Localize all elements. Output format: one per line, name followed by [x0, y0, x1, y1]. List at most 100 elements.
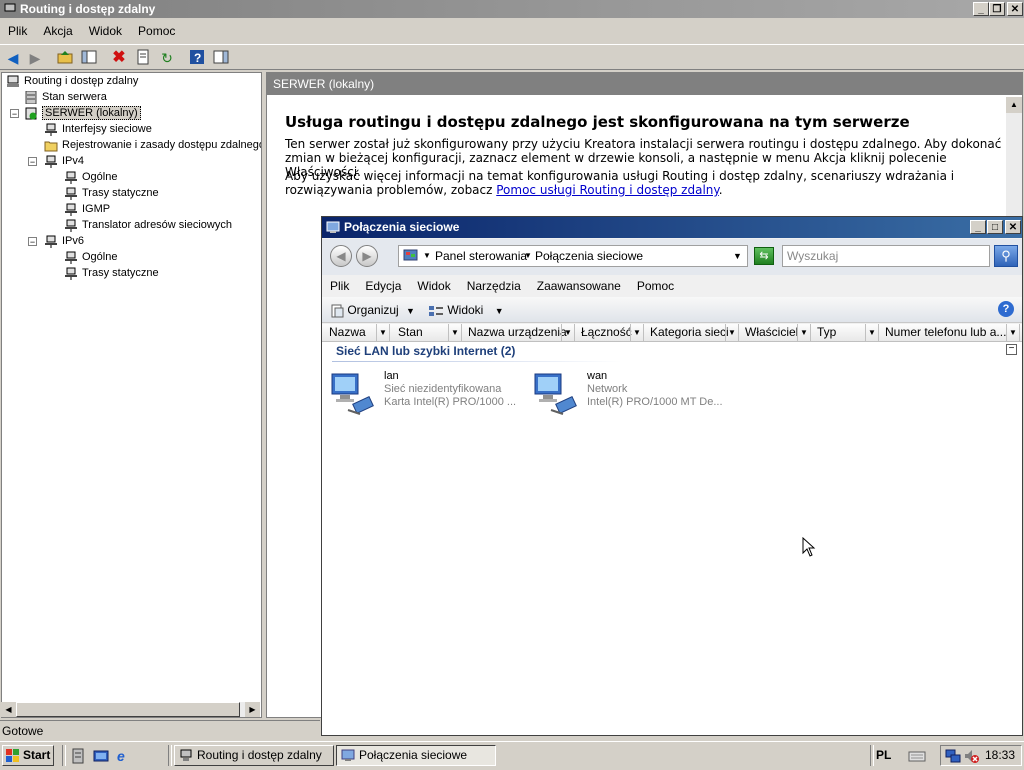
connection-wan[interactable]: wan Network Intel(R) PRO/1000 MT De...	[533, 370, 733, 420]
delete-icon[interactable]: ✖	[110, 49, 128, 67]
col-dropdown-icon[interactable]: ▼	[797, 324, 810, 341]
close-button[interactable]: ✕	[1007, 2, 1023, 16]
help-icon[interactable]: ?	[188, 49, 206, 67]
nc-title-bar[interactable]: Połączenia sieciowe _ □ ✕	[322, 217, 1022, 238]
col-network-category[interactable]: Kategoria sieci ▼	[645, 324, 739, 341]
nc-menu-pomoc[interactable]: Pomoc	[629, 275, 682, 297]
col-device-name[interactable]: Nazwa urządzenia ▼	[463, 324, 575, 341]
menu-plik[interactable]: Plik	[0, 19, 35, 43]
tree-item-logging-policies[interactable]: Rejestrowanie i zasady dostępu zdalnego	[44, 137, 261, 153]
protocol-icon	[64, 251, 78, 264]
menu-pomoc[interactable]: Pomoc	[130, 19, 183, 43]
col-status[interactable]: Stan ▼	[393, 324, 462, 341]
col-owner[interactable]: Właściciel ▼	[740, 324, 811, 341]
group-header[interactable]: Sieć LAN lub szybki Internet (2)	[336, 344, 515, 358]
show-hide-tree-icon[interactable]	[80, 49, 98, 67]
keyboard-icon[interactable]	[908, 748, 926, 764]
expander-serwer[interactable]: −	[10, 109, 19, 119]
tree-item-ipv6[interactable]: IPv6	[44, 233, 84, 249]
nc-menu-widok[interactable]: Widok	[409, 275, 458, 297]
menu-akcja[interactable]: Akcja	[35, 19, 80, 43]
nc-search-input[interactable]: Wyszukaj	[782, 245, 990, 267]
console-tree[interactable]: Routing i dostęp zdalny Stan serwera − S…	[1, 72, 262, 718]
col-dropdown-icon[interactable]: ▼	[448, 324, 461, 341]
properties-icon[interactable]	[134, 49, 152, 67]
start-button[interactable]: Start	[2, 745, 54, 766]
nc-address-bar[interactable]: ▼ Panel sterowania ▼ Połączenia sieciowe…	[398, 245, 748, 267]
tree-item-ipv4-general[interactable]: Ogólne	[64, 169, 117, 185]
status-bar: Gotowe	[0, 720, 320, 740]
help-link[interactable]: Pomoc usługi Routing i dostęp zdalny	[496, 183, 719, 197]
back-arrow-icon[interactable]: ◀	[4, 49, 22, 67]
language-indicator[interactable]: PL	[876, 745, 891, 766]
menu-widok[interactable]: Widok	[81, 19, 130, 43]
minimize-button[interactable]: _	[973, 2, 989, 16]
nc-menu-edycja[interactable]: Edycja	[357, 275, 409, 297]
tree-item-ipv4-static-routes[interactable]: Trasy statyczne	[64, 185, 159, 201]
nc-forward-icon[interactable]: ▶	[356, 245, 378, 267]
clock[interactable]: 18:33	[985, 748, 1015, 762]
tree-item-nat[interactable]: Translator adresów sieciowych	[64, 217, 232, 233]
main-title-bar[interactable]: Routing i dostęp zdalny _ ❐ ✕	[0, 0, 1024, 18]
tree-item-ipv6-static-routes[interactable]: Trasy statyczne	[64, 265, 159, 281]
action-pane-icon[interactable]	[212, 49, 230, 67]
refresh-go-icon[interactable]: ⇆	[754, 247, 774, 265]
nc-maximize-button[interactable]: □	[987, 220, 1003, 234]
col-dropdown-icon[interactable]: ▼	[865, 324, 878, 341]
col-dropdown-icon[interactable]: ▼	[561, 324, 574, 341]
tree-item-ipv6-general[interactable]: Ogólne	[64, 249, 117, 265]
network-connections-window[interactable]: Połączenia sieciowe _ □ ✕ ◀ ▶ ▼ Panel st…	[321, 216, 1023, 736]
tree-item-serwer-lokalny[interactable]: SERWER (lokalny)	[24, 105, 141, 121]
nc-menu-zaawansowane[interactable]: Zaawansowane	[529, 275, 629, 297]
tree-item-igmp[interactable]: IGMP	[64, 201, 110, 217]
scroll-thumb[interactable]	[16, 702, 240, 717]
scroll-left-icon[interactable]: ◀	[1, 702, 16, 717]
nc-menu-narzedzia[interactable]: Narzędzia	[459, 275, 529, 297]
tree-item-server-status[interactable]: Stan serwera	[24, 89, 107, 105]
volume-muted-icon[interactable]	[963, 748, 979, 764]
views-button[interactable]: Widoki ▼	[428, 301, 504, 319]
col-dropdown-icon[interactable]: ▼	[630, 324, 643, 341]
scroll-up-icon[interactable]: ▲	[1006, 97, 1022, 113]
breadcrumb-separator-icon[interactable]: ▼	[524, 246, 532, 266]
refresh-icon[interactable]: ↻	[158, 49, 176, 67]
breadcrumb-network-connections[interactable]: Połączenia sieciowe	[535, 246, 643, 266]
col-dropdown-icon[interactable]: ▼	[1006, 324, 1019, 341]
address-dropdown-icon[interactable]: ▼	[733, 246, 742, 266]
col-phone-address[interactable]: Numer telefonu lub a... ▼	[880, 324, 1020, 341]
breadcrumb-control-panel[interactable]: Panel sterowania	[435, 246, 527, 266]
nc-back-icon[interactable]: ◀	[330, 245, 352, 267]
expander-ipv4[interactable]: −	[28, 157, 37, 167]
quick-launch-ie-icon[interactable]: e	[117, 748, 133, 764]
breadcrumb-arrow-icon[interactable]: ▼	[423, 246, 431, 266]
connection-lan[interactable]: lan Sieć niezidentyfikowana Karta Intel(…	[330, 370, 530, 420]
task-routing[interactable]: Routing i dostęp zdalny	[174, 745, 334, 766]
nc-close-button[interactable]: ✕	[1005, 220, 1021, 234]
scroll-right-icon[interactable]: ▶	[245, 702, 260, 717]
up-folder-icon[interactable]	[56, 49, 74, 67]
protocol-icon	[44, 235, 58, 248]
task-network-connections[interactable]: Połączenia sieciowe	[336, 745, 496, 766]
group-collapse-icon[interactable]: −	[1006, 344, 1017, 355]
forward-arrow-icon[interactable]: ▶	[26, 49, 44, 67]
tree-item-interfaces[interactable]: Interfejsy sieciowe	[44, 121, 152, 137]
organize-button[interactable]: Organizuj ▼	[330, 301, 415, 319]
tree-item-ipv4[interactable]: IPv4	[44, 153, 84, 169]
nc-minimize-button[interactable]: _	[970, 220, 986, 234]
search-icon[interactable]: ⚲	[994, 245, 1018, 267]
tree-horizontal-scrollbar[interactable]: ◀ ▶	[1, 702, 260, 717]
network-tray-icon[interactable]	[945, 748, 961, 764]
nc-help-icon[interactable]: ?	[998, 301, 1014, 317]
tree-item-routing-root[interactable]: Routing i dostęp zdalny	[6, 73, 138, 89]
col-dropdown-icon[interactable]: ▼	[725, 324, 738, 341]
nc-menu-plik[interactable]: Plik	[322, 275, 357, 297]
col-dropdown-icon[interactable]: ▼	[376, 324, 389, 341]
col-name[interactable]: Nazwa ▼	[324, 324, 390, 341]
expander-ipv6[interactable]: −	[28, 237, 37, 247]
col-connectivity[interactable]: Łączność ▼	[576, 324, 644, 341]
details-vertical-scrollbar[interactable]: ▲	[1006, 97, 1022, 217]
col-type[interactable]: Typ ▼	[812, 324, 879, 341]
quick-launch-server-manager-icon[interactable]	[70, 748, 86, 764]
quick-launch-desktop-icon[interactable]	[93, 748, 109, 764]
restore-button[interactable]: ❐	[989, 2, 1005, 16]
